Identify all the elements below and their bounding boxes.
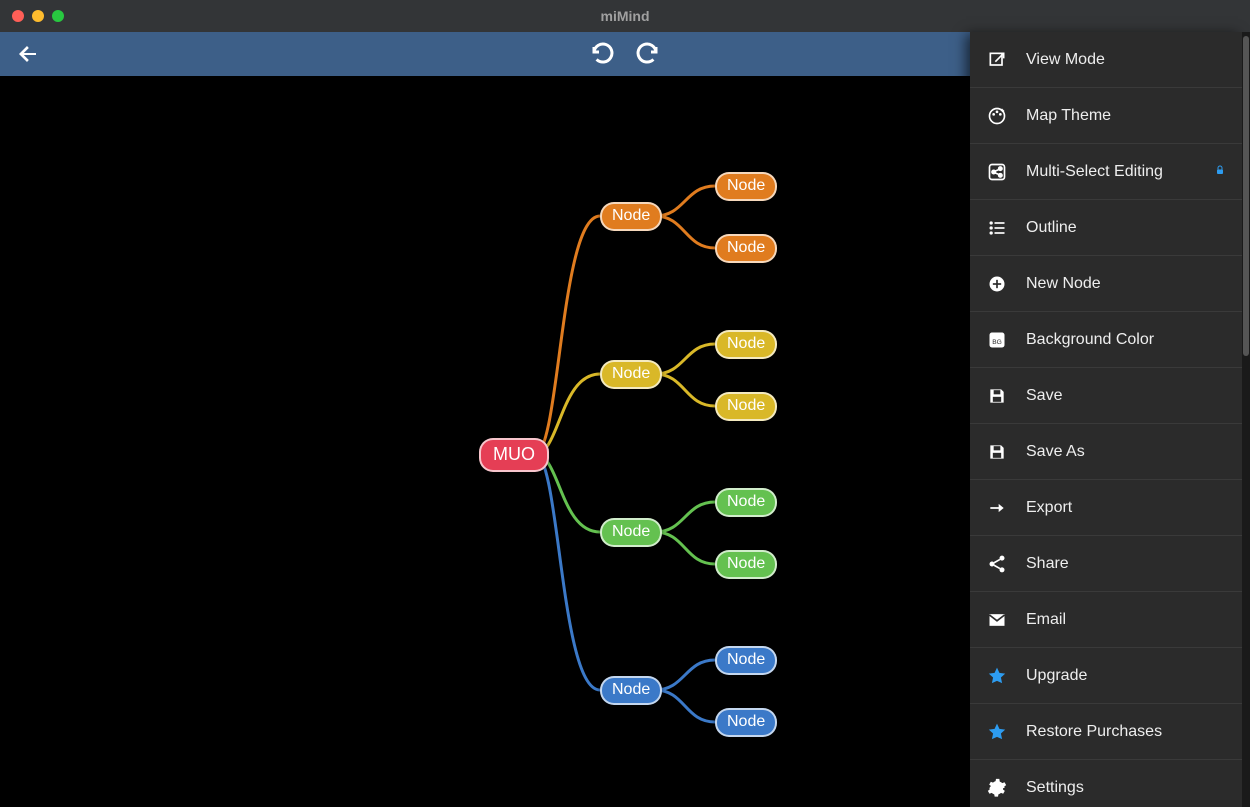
redo-icon [636,42,660,66]
menu-item-label: Save As [1026,443,1226,461]
menu-item-save-as[interactable]: Save As [970,424,1242,480]
save-icon [986,441,1008,463]
redo-button[interactable] [634,40,662,68]
scrollbar-thumb[interactable] [1243,36,1249,356]
app-window: miMind [0,0,1250,807]
undo-button[interactable] [588,40,616,68]
menu-item-label: View Mode [1026,51,1226,69]
menu-item-label: Save [1026,387,1226,405]
titlebar: miMind [0,0,1250,32]
star-icon [986,665,1008,687]
arrow-right-icon [986,497,1008,519]
menu-item-label: New Node [1026,275,1226,293]
share-node-icon [986,161,1008,183]
menu-item-email[interactable]: Email [970,592,1242,648]
menu-item-label: Background Color [1026,331,1226,349]
palette-icon [986,105,1008,127]
mindmap-branch-node[interactable]: Node [600,676,662,705]
menu-item-background-color[interactable]: BG Background Color [970,312,1242,368]
back-button[interactable] [14,40,42,68]
main-menu: View Mode Map Theme Multi-Select Editing Ou… [970,32,1242,807]
mindmap-leaf-node[interactable]: Node [715,550,777,579]
menu-item-label: Email [1026,611,1226,629]
gear-icon [986,777,1008,799]
vertical-scrollbar[interactable] [1242,32,1250,807]
menu-item-label: Multi-Select Editing [1026,163,1196,181]
menu-item-outline[interactable]: Outline [970,200,1242,256]
star-icon [986,721,1008,743]
menu-item-multi-select-editing[interactable]: Multi-Select Editing [970,144,1242,200]
menu-item-save[interactable]: Save [970,368,1242,424]
minimize-window-button[interactable] [32,10,44,22]
menu-item-label: Share [1026,555,1226,573]
zoom-window-button[interactable] [52,10,64,22]
bg-icon: BG [986,329,1008,351]
mindmap-root-node[interactable]: MUO [479,438,549,472]
undo-icon [590,42,614,66]
mindmap-leaf-node[interactable]: Node [715,708,777,737]
external-link-icon [986,49,1008,71]
menu-item-label: Export [1026,499,1226,517]
mindmap-branch-node[interactable]: Node [600,360,662,389]
save-icon [986,385,1008,407]
mindmap-leaf-node[interactable]: Node [715,234,777,263]
svg-text:BG: BG [992,339,1002,346]
lock-icon [1214,164,1226,179]
window-controls [12,10,64,22]
mindmap-leaf-node[interactable]: Node [715,392,777,421]
menu-item-share[interactable]: Share [970,536,1242,592]
window-title: miMind [0,8,1250,24]
menu-item-view-mode[interactable]: View Mode [970,32,1242,88]
arrow-left-icon [16,42,40,66]
close-window-button[interactable] [12,10,24,22]
plus-circle-icon [986,273,1008,295]
list-icon [986,217,1008,239]
menu-item-new-node[interactable]: New Node [970,256,1242,312]
menu-item-label: Upgrade [1026,667,1226,685]
menu-item-label: Map Theme [1026,107,1226,125]
menu-item-label: Restore Purchases [1026,723,1226,741]
menu-item-label: Settings [1026,779,1226,797]
mindmap-leaf-node[interactable]: Node [715,646,777,675]
mindmap-leaf-node[interactable]: Node [715,172,777,201]
mindmap-branch-node[interactable]: Node [600,202,662,231]
menu-item-upgrade[interactable]: Upgrade [970,648,1242,704]
menu-item-export[interactable]: Export [970,480,1242,536]
mindmap-leaf-node[interactable]: Node [715,330,777,359]
share-icon [986,553,1008,575]
menu-item-settings[interactable]: Settings [970,760,1242,807]
mindmap-branch-node[interactable]: Node [600,518,662,547]
menu-item-map-theme[interactable]: Map Theme [970,88,1242,144]
mindmap-leaf-node[interactable]: Node [715,488,777,517]
menu-item-label: Outline [1026,219,1226,237]
menu-item-restore-purchases[interactable]: Restore Purchases [970,704,1242,760]
mail-icon [986,609,1008,631]
